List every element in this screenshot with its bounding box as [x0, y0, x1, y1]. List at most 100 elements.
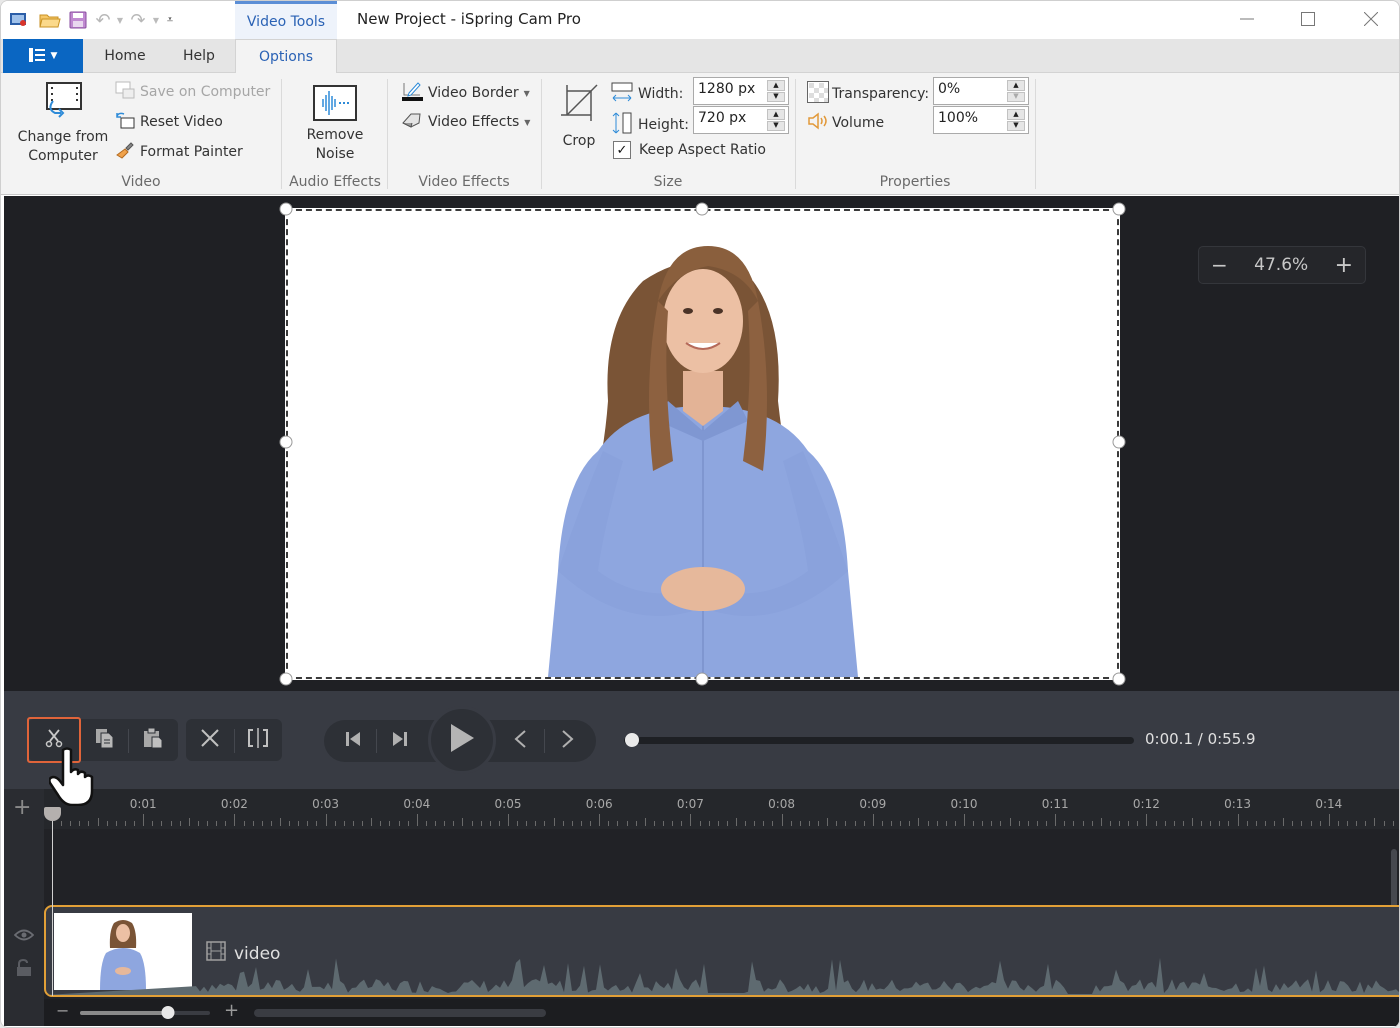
ruler-tick [827, 818, 829, 826]
volume-input[interactable]: 100% ▲ ▼ [933, 106, 1029, 134]
resize-handle-bottom[interactable] [695, 672, 709, 686]
ruler-tick [672, 821, 674, 826]
ruler-tick [197, 821, 199, 826]
volume-decrement-button[interactable]: ▼ [1007, 120, 1025, 131]
video-frame[interactable] [285, 208, 1120, 680]
undo-dropdown-icon[interactable]: ▼ [115, 16, 125, 25]
width-input[interactable]: 1280 px ▲ ▼ [693, 77, 789, 105]
seek-handle[interactable] [625, 733, 640, 747]
width-decrement-button[interactable]: ▼ [767, 91, 785, 102]
ruler-tick [334, 821, 336, 826]
timeline-horizontal-scrollbar[interactable] [254, 1009, 546, 1017]
save-on-computer-button[interactable]: Save on Computer [115, 81, 270, 103]
ruler-tick [1310, 821, 1312, 826]
maximize-button[interactable] [1278, 1, 1338, 39]
ruler-label: 0:04 [403, 797, 431, 811]
resize-handle-bottom-left[interactable] [279, 672, 293, 686]
save-icon[interactable] [65, 9, 91, 31]
next-frame-button[interactable] [544, 720, 592, 762]
ruler-tick [1027, 821, 1029, 826]
ruler-tick [580, 821, 582, 826]
resize-handle-bottom-right[interactable] [1112, 672, 1126, 686]
ruler-label: 0:05 [494, 797, 522, 811]
save-video-icon [115, 81, 135, 103]
ruler-tick [1228, 821, 1230, 826]
ruler-label: 0:06 [585, 797, 613, 811]
unlocked-icon[interactable] [16, 958, 32, 981]
change-from-computer-button[interactable]: Change from Computer [13, 81, 113, 165]
ruler-tick [1292, 821, 1294, 826]
height-increment-button[interactable]: ▲ [767, 109, 785, 120]
app-icon[interactable] [7, 9, 29, 31]
video-track-clip[interactable]: video [44, 905, 1399, 997]
ruler-tick [1009, 818, 1011, 826]
width-increment-button[interactable]: ▲ [767, 80, 785, 91]
go-to-end-button[interactable] [376, 720, 424, 762]
go-to-start-button[interactable] [329, 720, 377, 762]
paste-button[interactable] [129, 719, 177, 761]
timeline-zoom-out-button[interactable]: − [56, 1001, 69, 1020]
volume-label: Volume [832, 115, 885, 131]
reset-video-button[interactable]: Reset Video [115, 111, 223, 133]
close-button[interactable] [1341, 1, 1399, 39]
ruler-tick [124, 821, 126, 826]
timeline-zoom-in-button[interactable]: + [224, 1000, 239, 1021]
transparency-increment-button[interactable]: ▲ [1007, 80, 1025, 91]
seek-bar[interactable] [624, 733, 1134, 747]
minimize-button[interactable] [1217, 1, 1277, 39]
play-button[interactable] [428, 706, 496, 774]
undo-icon[interactable]: ↶ [91, 9, 115, 31]
crop-label: Crop [562, 133, 596, 149]
video-border-label: Video Border [428, 85, 519, 101]
tab-help[interactable]: Help [167, 39, 231, 73]
format-painter-button[interactable]: Format Painter [115, 141, 243, 163]
ruler-tick [562, 821, 564, 826]
video-border-button[interactable]: Video Border ▼ [401, 81, 530, 105]
tab-home[interactable]: Home [93, 39, 157, 73]
play-icon [449, 723, 475, 757]
ruler-tick [736, 818, 737, 826]
volume-increment-button[interactable]: ▲ [1007, 109, 1025, 120]
timeline: + 0:01 0:02 0:03 0:04 0:05 0:06 0:07 0:08 0:09 0:… [4, 789, 1399, 1026]
video-effects-label: Video Effects [428, 114, 520, 130]
ruler-tick [243, 821, 245, 826]
resize-handle-top[interactable] [695, 202, 709, 216]
customize-toolbar-icon[interactable]: ⩡ [161, 13, 179, 27]
resize-handle-top-left[interactable] [279, 202, 293, 216]
ruler-tick [1356, 821, 1358, 826]
tab-options[interactable]: Options [235, 39, 337, 74]
ruler-tick [343, 821, 345, 826]
resize-handle-left[interactable] [279, 435, 293, 449]
zoom-in-button[interactable]: + [1335, 253, 1353, 278]
height-decrement-button[interactable]: ▼ [767, 120, 785, 131]
crop-button[interactable]: Crop [557, 83, 601, 149]
transparency-input[interactable]: 0% ▲ ▼ [933, 77, 1029, 105]
timeline-vertical-scrollbar[interactable] [1391, 849, 1397, 909]
resize-handle-right[interactable] [1112, 435, 1126, 449]
hand-pointer-cursor [49, 747, 94, 806]
split-button[interactable] [234, 719, 282, 761]
timeline-zoom-slider[interactable] [80, 1006, 210, 1019]
timeline-ruler[interactable]: 0:01 0:02 0:03 0:04 0:05 0:06 0:07 0:08 0:09 0:10… [44, 789, 1399, 829]
redo-icon[interactable]: ↷ [125, 9, 151, 31]
delete-button[interactable] [186, 719, 234, 761]
zoom-out-button[interactable]: − [1211, 253, 1228, 277]
eye-icon[interactable] [13, 927, 35, 946]
ruler-tick [462, 818, 464, 826]
remove-noise-button[interactable]: Remove Noise [291, 85, 379, 163]
transparency-decrement-button[interactable]: ▼ [1007, 91, 1025, 102]
resize-handle-top-right[interactable] [1112, 202, 1126, 216]
previous-frame-button[interactable] [496, 720, 544, 762]
ruler-tick [991, 821, 993, 826]
add-track-button[interactable]: + [13, 795, 31, 820]
video-effects-button[interactable]: Video Effects ▼ [401, 111, 530, 133]
open-folder-icon[interactable] [35, 9, 65, 31]
ruler-tick [918, 818, 920, 826]
ruler-label: 0:11 [1041, 797, 1069, 811]
keep-aspect-ratio-checkbox[interactable]: ✓ Keep Aspect Ratio [613, 141, 766, 159]
redo-dropdown-icon[interactable]: ▼ [151, 16, 161, 25]
timeline-zoom-handle[interactable] [161, 1006, 175, 1019]
height-input[interactable]: 720 px ▲ ▼ [693, 106, 789, 134]
file-menu-button[interactable]: ▼ [3, 39, 83, 73]
ruler-tick [872, 814, 874, 826]
